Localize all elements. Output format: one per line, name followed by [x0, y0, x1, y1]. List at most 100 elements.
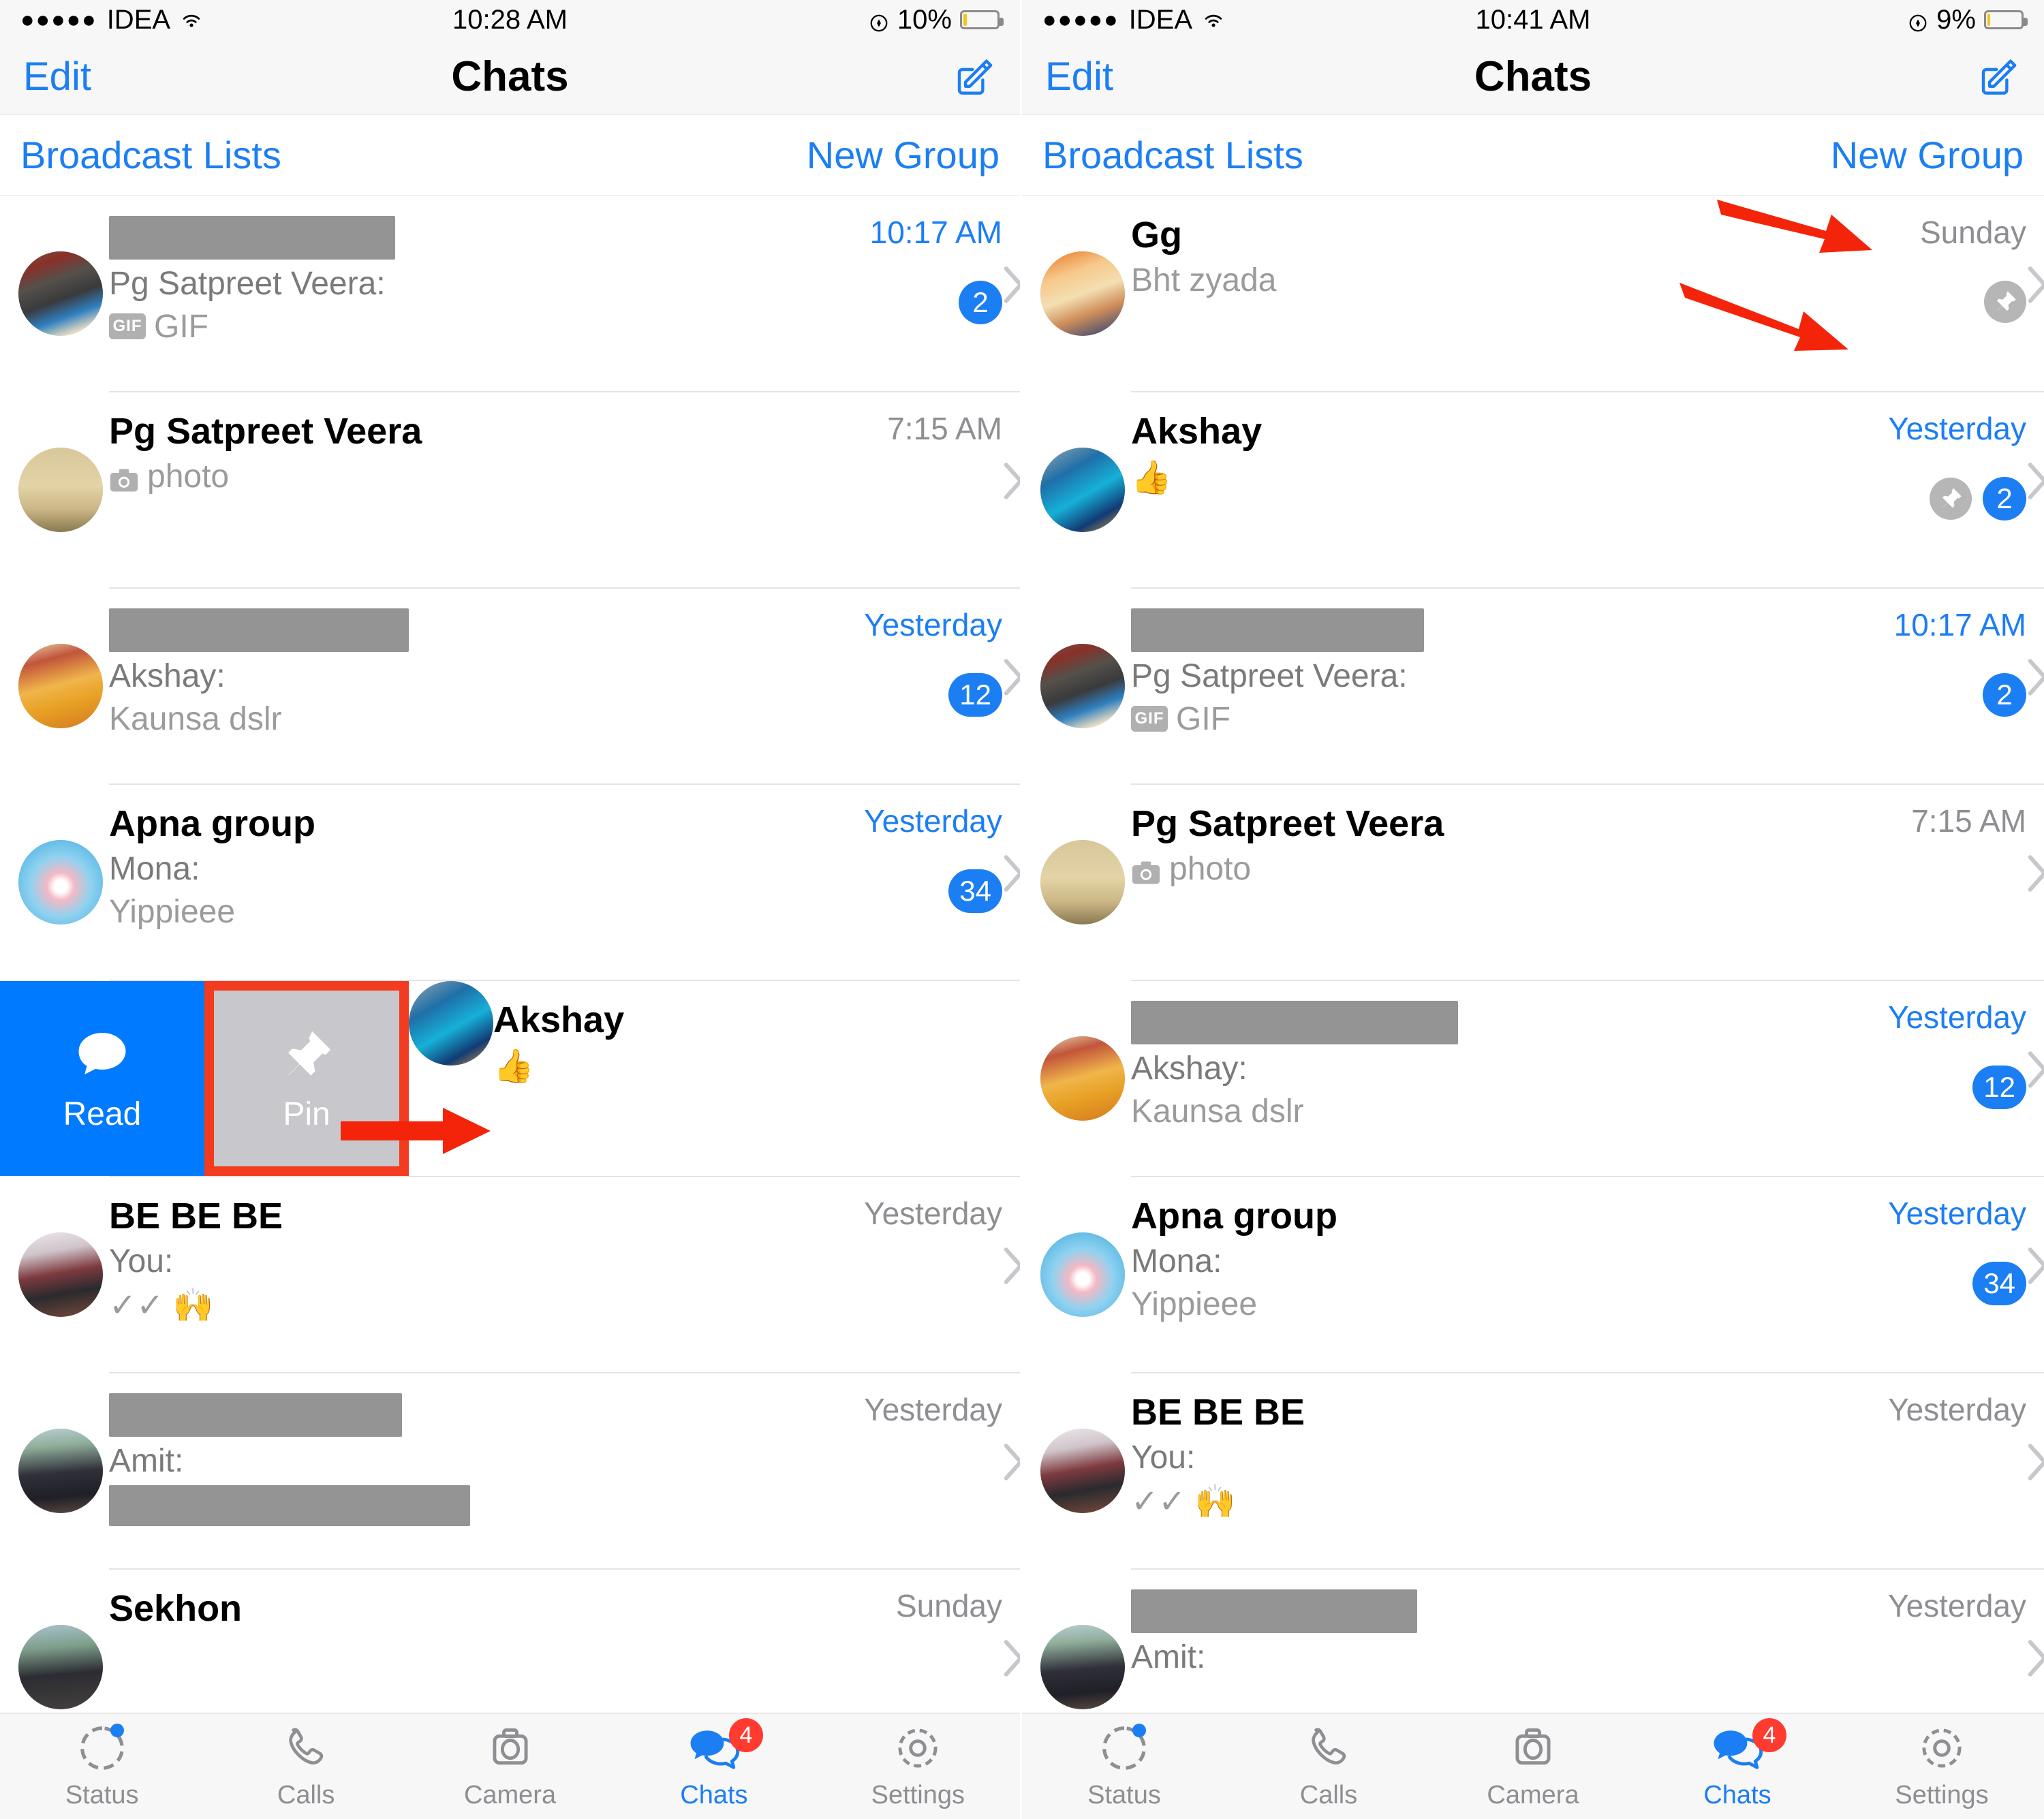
chat-list[interactable]: Gg Bht zyada Sunday Akshay 👍 Yesterday 2 Pg Sat…: [1022, 196, 2044, 1713]
chat-list-item-swiped[interactable]: Read Pin Akshay 👍: [0, 981, 1020, 1176]
redaction-block: [109, 1393, 402, 1437]
location-icon: [869, 10, 889, 32]
chat-preview: 👍: [1131, 458, 1829, 497]
tab-settings[interactable]: Settings: [1840, 1722, 2044, 1810]
carrier-name: IDEA: [1128, 4, 1193, 35]
chat-meta: Sunday: [816, 1587, 1020, 1713]
chat-meta: 10:17 AM 2: [1840, 606, 2044, 766]
chat-bubble-icon: [72, 1025, 133, 1086]
camera-icon: [1507, 1722, 1559, 1774]
redaction-block: [1131, 1589, 1417, 1633]
avatar: [1040, 251, 1125, 336]
chat-timestamp: 10:17 AM: [869, 215, 1002, 250]
tab-settings[interactable]: Settings: [816, 1722, 1020, 1810]
avatar: [18, 448, 103, 532]
avatar-container: [1022, 196, 1131, 391]
chat-title: Sekhon: [109, 1588, 243, 1629]
chat-list-item[interactable]: Pg Satpreet Veera: GIF GIF 10:17 AM 2: [1022, 589, 2044, 783]
page-title: Chats: [451, 53, 569, 100]
tab-label: Settings: [871, 1781, 965, 1809]
tab-calls[interactable]: Calls: [204, 1722, 407, 1810]
new-group-button[interactable]: New Group: [807, 133, 1000, 177]
tab-chats[interactable]: 4 Chats: [1635, 1718, 1840, 1810]
chat-title: Apna group: [109, 803, 315, 844]
chat-list-item[interactable]: Akshay 👍 Yesterday 2: [1022, 392, 2044, 587]
chat-list-item[interactable]: Apna group Mona: Yippieee Yesterday 34: [0, 785, 1020, 980]
avatar: [1040, 1625, 1125, 1709]
chat-list-item[interactable]: Pg Satpreet Veera photo 7:15 AM: [1022, 785, 2044, 980]
wifi-icon: [180, 10, 203, 30]
chat-preview-text: GIF: [1176, 700, 1230, 737]
list-header-actions: Broadcast Lists New Group: [1022, 114, 2044, 196]
compose-icon[interactable]: [952, 55, 997, 99]
chat-list-item[interactable]: Pg Satpreet Veera photo 7:15 AM: [0, 392, 1020, 587]
edit-button[interactable]: Edit: [23, 54, 315, 99]
chevron-right-icon: [2028, 462, 2044, 506]
avatar-container: [0, 785, 109, 980]
chevron-right-icon: [2028, 1247, 2044, 1291]
chat-title: [109, 606, 805, 652]
chat-preview-text: photo: [147, 458, 230, 495]
tab-status[interactable]: Status: [0, 1722, 204, 1810]
chat-list[interactable]: Pg Satpreet Veera: GIF GIF 10:17 AM 2 Pg Satp…: [0, 196, 1020, 1713]
chat-meta: 10:17 AM 2: [816, 214, 1020, 373]
chat-list-item[interactable]: Apna group Mona: Yippieee Yesterday 34: [1022, 1177, 2044, 1372]
phone-icon: [1303, 1722, 1354, 1774]
phone-screen-left: ●●●●● IDEA 10:28 AM 10% Edit Chats Broadcast L…: [0, 0, 1022, 1819]
battery-percent: 9%: [1936, 4, 1976, 35]
broadcast-lists-button[interactable]: Broadcast Lists: [20, 133, 281, 177]
read-action-button[interactable]: Read: [0, 981, 204, 1176]
chat-meta: Yesterday: [816, 1195, 1020, 1354]
chat-title: Gg: [1131, 215, 1182, 255]
chat-timestamp: Yesterday: [1888, 411, 2026, 446]
tab-calls[interactable]: Calls: [1226, 1722, 1431, 1810]
chat-list-item[interactable]: BE BE BE You: ✓✓ 🙌 Yesterday: [0, 1177, 1020, 1372]
chat-list-item[interactable]: Gg Bht zyada Sunday: [1022, 196, 2044, 391]
page-title: Chats: [1474, 53, 1592, 100]
chat-sender: You:: [109, 1243, 174, 1279]
new-group-button[interactable]: New Group: [1831, 133, 2024, 177]
tab-chats[interactable]: 4 Chats: [612, 1718, 816, 1810]
chat-preview-text: ✓✓ 🙌: [109, 1288, 214, 1324]
edit-button[interactable]: Edit: [1045, 54, 1338, 99]
chat-list-item[interactable]: Amit: Yesterday: [1022, 1570, 2044, 1713]
pin-icon: [276, 1025, 337, 1086]
camera-icon: [109, 464, 139, 491]
tab-status[interactable]: Status: [1022, 1722, 1226, 1810]
tab-label: Settings: [1895, 1781, 1989, 1809]
avatar-container: [1022, 589, 1131, 783]
status-dot: [110, 1724, 124, 1737]
chat-list-item[interactable]: Pg Satpreet Veera: GIF GIF 10:17 AM 2: [0, 196, 1020, 391]
avatar-container: [0, 1177, 109, 1372]
tab-camera[interactable]: Camera: [408, 1722, 612, 1810]
chat-timestamp: Yesterday: [864, 1196, 1002, 1231]
pin-action-button[interactable]: Pin: [204, 981, 409, 1176]
tab-label: Camera: [463, 1781, 557, 1809]
chat-meta: 7:15 AM: [816, 410, 1020, 570]
tab-badge: 4: [1752, 1718, 1786, 1752]
chat-list-item[interactable]: Akshay: Kaunsa dslr Yesterday 12: [1022, 981, 2044, 1176]
chat-timestamp: Yesterday: [864, 803, 1002, 839]
chat-list-item[interactable]: Sekhon Sunday: [0, 1570, 1020, 1713]
chevron-right-icon: [1004, 266, 1020, 310]
chat-preview-text: 👍: [1131, 460, 1172, 496]
redaction-block: [1131, 1000, 1458, 1044]
chat-title: [1131, 606, 1829, 652]
chat-timestamp: 7:15 AM: [1911, 803, 2026, 839]
chat-meta: Yesterday: [1840, 1391, 2044, 1551]
status-clock: 10:41 AM: [1475, 4, 1591, 35]
avatar-container: [0, 1570, 109, 1713]
chat-title: Akshay: [1131, 411, 1263, 452]
compose-icon[interactable]: [1976, 55, 2021, 99]
tab-camera[interactable]: Camera: [1431, 1722, 1635, 1810]
chat-timestamp: Yesterday: [1888, 1392, 2026, 1427]
chat-list-item[interactable]: Akshay: Kaunsa dslr Yesterday 12: [0, 589, 1020, 783]
chat-list-item[interactable]: BE BE BE You: ✓✓ 🙌 Yesterday: [1022, 1373, 2044, 1568]
broadcast-lists-button[interactable]: Broadcast Lists: [1042, 133, 1303, 177]
chat-title: BE BE BE: [109, 1196, 283, 1237]
chevron-right-icon: [2028, 1051, 2044, 1095]
unread-badge: 34: [948, 869, 1002, 913]
tab-label: Status: [65, 1781, 139, 1809]
chevron-right-icon: [2028, 658, 2044, 702]
chat-list-item[interactable]: Amit: Yesterday: [0, 1373, 1020, 1568]
